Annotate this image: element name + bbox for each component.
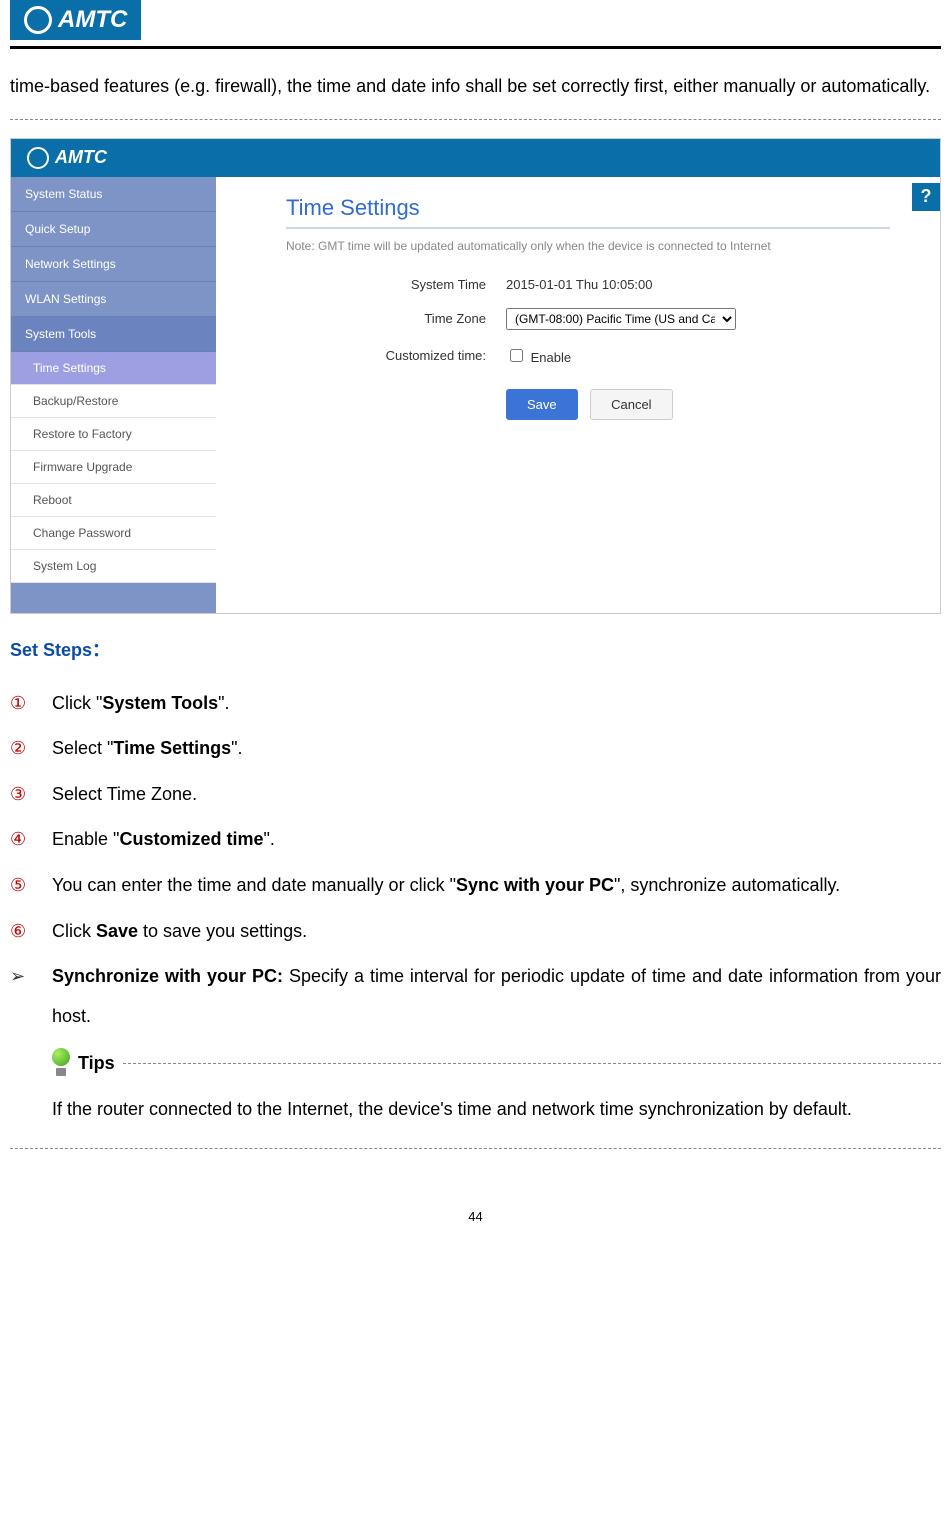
arrow-bullet-icon: ➢ bbox=[10, 957, 52, 1036]
ui-brand: AMTC bbox=[55, 147, 107, 168]
sync-note-list: ➢ Synchronize with your PC: Specify a ti… bbox=[10, 957, 941, 1036]
step-number: ⑥ bbox=[10, 912, 52, 952]
ui-topbar: AMTC bbox=[11, 139, 940, 177]
footer-dash bbox=[10, 1148, 941, 1149]
doc-logo-text: AMTC bbox=[58, 6, 127, 34]
checkbox-label: Enable bbox=[531, 350, 571, 365]
content-title: Time Settings bbox=[286, 195, 890, 229]
step-list: ①Click "System Tools".②Select "Time Sett… bbox=[10, 684, 941, 952]
ui-content: ? Time Settings Note: GMT time will be u… bbox=[216, 177, 940, 613]
tips-row: Tips bbox=[50, 1048, 941, 1078]
step-text: Enable "Customized time". bbox=[52, 820, 941, 860]
row-customized-time: Customized time: Enable bbox=[286, 346, 890, 365]
set-steps-title: Set Steps： bbox=[10, 636, 941, 662]
sidebar-subitem-reboot[interactable]: Reboot bbox=[11, 484, 216, 517]
sidebar-item-network-settings[interactable]: Network Settings bbox=[11, 247, 216, 282]
swirl-icon bbox=[24, 6, 52, 34]
step-5: ⑤You can enter the time and date manuall… bbox=[10, 866, 941, 906]
sync-note-item: ➢ Synchronize with your PC: Specify a ti… bbox=[10, 957, 941, 1036]
value-system-time: 2015-01-01 Thu 10:05:00 bbox=[506, 277, 653, 292]
page-number: 44 bbox=[10, 1209, 941, 1224]
step-number: ④ bbox=[10, 820, 52, 860]
label-timezone: Time Zone bbox=[286, 311, 506, 326]
step-text: Select Time Zone. bbox=[52, 775, 941, 815]
label-customized-time: Customized time: bbox=[286, 348, 506, 363]
sidebar-subitem-backup-restore[interactable]: Backup/Restore bbox=[11, 385, 216, 418]
sidebar-subitem-change-password[interactable]: Change Password bbox=[11, 517, 216, 550]
step-number: ③ bbox=[10, 775, 52, 815]
swirl-icon bbox=[27, 147, 49, 169]
sidebar-item-wlan-settings[interactable]: WLAN Settings bbox=[11, 282, 216, 317]
step-2: ②Select "Time Settings". bbox=[10, 729, 941, 769]
sidebar-blank bbox=[11, 583, 216, 613]
button-row: Save Cancel bbox=[286, 389, 890, 420]
row-timezone: Time Zone (GMT-08:00) Pacific Time (US a… bbox=[286, 308, 890, 330]
router-ui-frame: AMTC System StatusQuick SetupNetwork Set… bbox=[10, 138, 941, 614]
step-number: ① bbox=[10, 684, 52, 724]
select-timezone[interactable]: (GMT-08:00) Pacific Time (US and Canada bbox=[506, 308, 736, 330]
sync-note-text: Synchronize with your PC: Specify a time… bbox=[52, 957, 941, 1036]
sidebar-subitem-time-settings[interactable]: Time Settings bbox=[11, 352, 216, 385]
step-number: ② bbox=[10, 729, 52, 769]
lightbulb-icon bbox=[50, 1048, 72, 1078]
content-note: Note: GMT time will be updated automatic… bbox=[286, 239, 890, 253]
step-number: ⑤ bbox=[10, 866, 52, 906]
header-underline bbox=[10, 46, 941, 49]
dashed-separator bbox=[10, 119, 941, 120]
row-system-time: System Time 2015-01-01 Thu 10:05:00 bbox=[286, 277, 890, 292]
sidebar-item-quick-setup[interactable]: Quick Setup bbox=[11, 212, 216, 247]
step-4: ④Enable "Customized time". bbox=[10, 820, 941, 860]
sidebar-subitem-system-log[interactable]: System Log bbox=[11, 550, 216, 583]
sidebar-item-system-status[interactable]: System Status bbox=[11, 177, 216, 212]
label-system-time: System Time bbox=[286, 277, 506, 292]
sidebar-subitem-firmware-upgrade[interactable]: Firmware Upgrade bbox=[11, 451, 216, 484]
help-icon[interactable]: ? bbox=[912, 183, 940, 211]
doc-header-logo: AMTC bbox=[10, 0, 141, 40]
cancel-button[interactable]: Cancel bbox=[590, 389, 672, 420]
step-3: ③Select Time Zone. bbox=[10, 775, 941, 815]
save-button[interactable]: Save bbox=[506, 389, 578, 420]
step-1: ①Click "System Tools". bbox=[10, 684, 941, 724]
step-text: You can enter the time and date manually… bbox=[52, 866, 941, 906]
checkbox-enable[interactable] bbox=[510, 349, 523, 362]
intro-paragraph: time-based features (e.g. firewall), the… bbox=[10, 67, 941, 107]
tips-dash bbox=[123, 1063, 941, 1064]
tips-label: Tips bbox=[78, 1053, 115, 1074]
step-text: Click "System Tools". bbox=[52, 684, 941, 724]
ui-sidebar: System StatusQuick SetupNetwork Settings… bbox=[11, 177, 216, 613]
step-6: ⑥Click Save to save you settings. bbox=[10, 912, 941, 952]
tips-text: If the router connected to the Internet,… bbox=[52, 1090, 941, 1130]
step-text: Click Save to save you settings. bbox=[52, 912, 941, 952]
sidebar-subitem-restore-to-factory[interactable]: Restore to Factory bbox=[11, 418, 216, 451]
sidebar-item-system-tools[interactable]: System Tools bbox=[11, 317, 216, 352]
step-text: Select "Time Settings". bbox=[52, 729, 941, 769]
